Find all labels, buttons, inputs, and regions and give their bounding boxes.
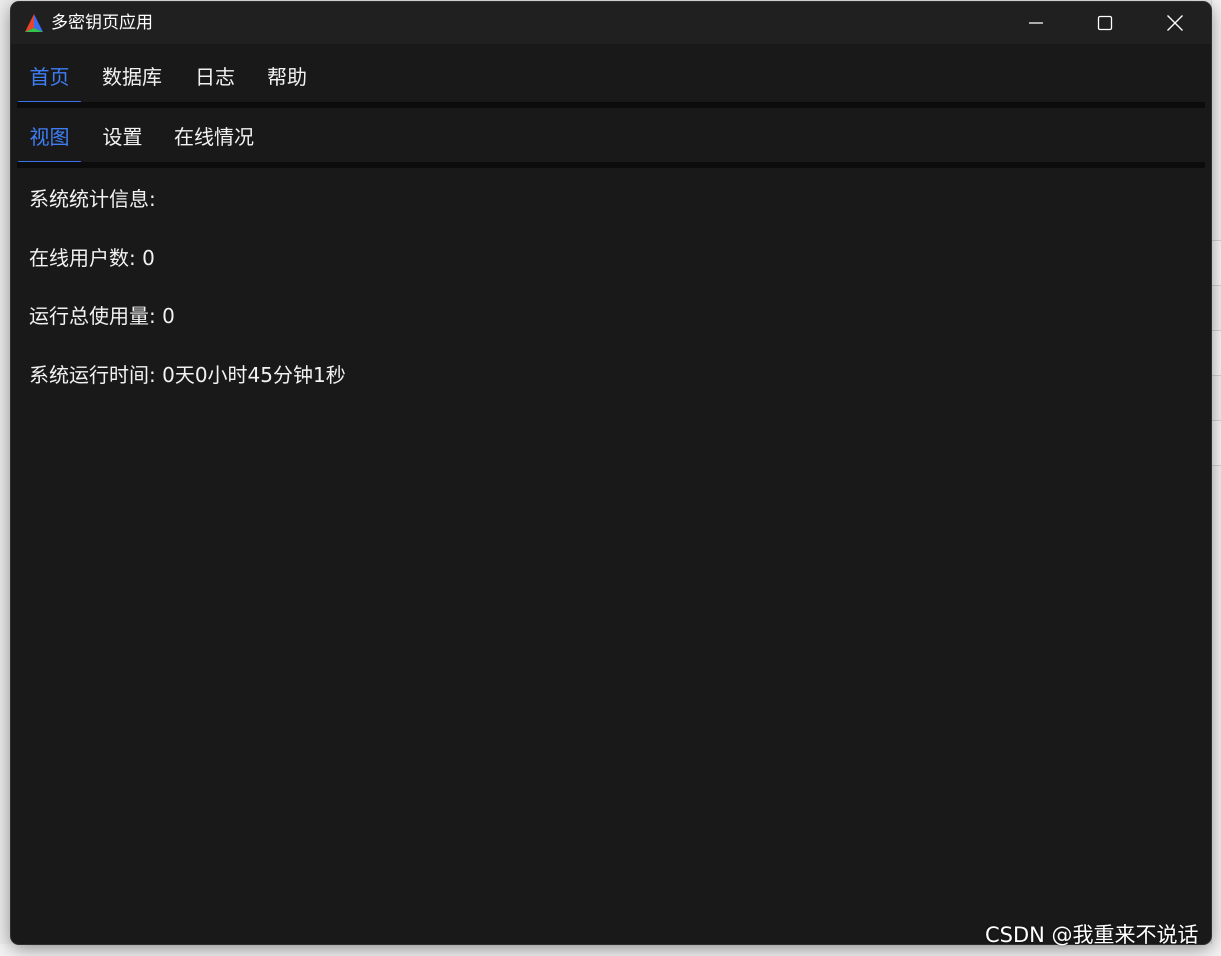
stats-heading: 系统统计信息: xyxy=(29,187,156,211)
background-window xyxy=(1211,0,1221,956)
online-users-stat: 在线用户数: 0 xyxy=(29,246,155,270)
tab-help[interactable]: 帮助 xyxy=(256,48,318,102)
sub-tab-bar: 视图 设置 在线情况 xyxy=(11,108,1205,168)
tab-logs[interactable]: 日志 xyxy=(185,48,245,102)
title-bar[interactable]: 多密钥页应用 xyxy=(11,2,1211,44)
background-row xyxy=(1211,420,1221,466)
tab-label: 视图 xyxy=(29,124,70,149)
tab-label: 首页 xyxy=(29,64,70,89)
maximize-icon xyxy=(1097,15,1113,31)
app-window: 多密钥页应用 首页 数据库 日志 帮助 视图 设置 在线情况 系统统计信息: 在… xyxy=(11,2,1211,944)
maximize-button[interactable] xyxy=(1071,2,1139,44)
tab-label: 帮助 xyxy=(267,64,307,89)
tab-bar-divider xyxy=(17,162,1205,168)
close-button[interactable] xyxy=(1141,2,1209,44)
window-title: 多密钥页应用 xyxy=(51,13,153,33)
background-row xyxy=(1211,330,1221,376)
app-logo-icon xyxy=(25,14,43,32)
total-usage-stat: 运行总使用量: 0 xyxy=(29,304,175,328)
tab-database[interactable]: 数据库 xyxy=(91,48,173,102)
tab-online-status[interactable]: 在线情况 xyxy=(166,108,262,162)
tab-view[interactable]: 视图 xyxy=(17,108,82,166)
tab-label: 数据库 xyxy=(102,64,162,89)
main-tab-bar: 首页 数据库 日志 帮助 xyxy=(11,48,1205,108)
minimize-button[interactable] xyxy=(1002,2,1070,44)
background-row xyxy=(1211,240,1221,286)
close-icon xyxy=(1167,15,1183,31)
tab-label: 在线情况 xyxy=(174,124,254,149)
tab-home[interactable]: 首页 xyxy=(17,48,82,106)
tab-label: 日志 xyxy=(195,64,235,89)
tab-label: 设置 xyxy=(102,124,143,149)
watermark-text: CSDN @我重来不说话 xyxy=(985,923,1199,947)
uptime-stat: 系统运行时间: 0天0小时45分钟1秒 xyxy=(29,363,346,387)
minimize-icon xyxy=(1029,22,1043,24)
tab-settings[interactable]: 设置 xyxy=(91,108,154,162)
